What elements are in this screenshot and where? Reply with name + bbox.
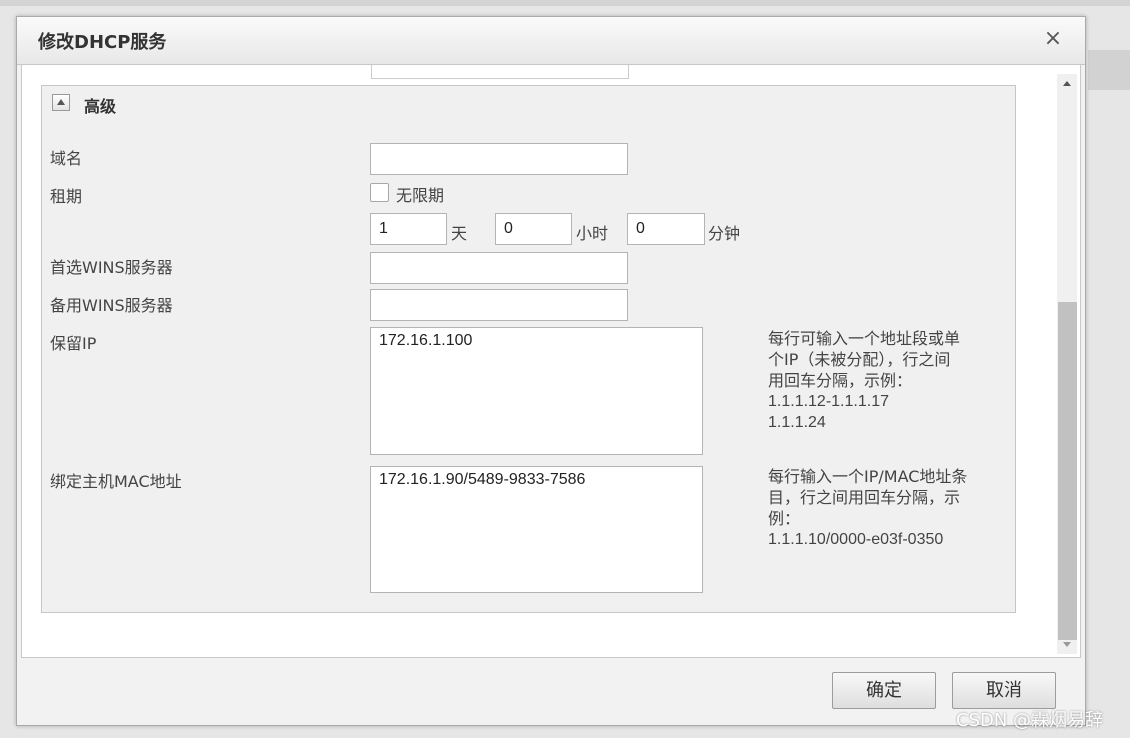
previous-field-input[interactable]: [371, 65, 629, 79]
advanced-section: 高级 域名 租期 无限期 天 小时 分钟 首选WINS服务器 备用WINS服务器…: [41, 85, 1016, 613]
reserved-ip-label: 保留IP: [50, 334, 97, 353]
lease-hours-input[interactable]: [495, 213, 572, 245]
bind-mac-textarea[interactable]: 172.16.1.90/5489-9833-7586: [370, 466, 703, 593]
scroll-down-arrow-icon[interactable]: [1057, 636, 1077, 654]
unlimited-label: 无限期: [396, 186, 445, 205]
dialog-content: 高级 域名 租期 无限期 天 小时 分钟 首选WINS服务器 备用WINS服务器…: [21, 64, 1081, 658]
bind-mac-hint-line: 目，行之间用回车分隔，示: [768, 488, 961, 507]
reserved-ip-hint-line: 1.1.1.24: [768, 414, 826, 431]
scrollbar-thumb[interactable]: [1058, 302, 1077, 640]
background-right-strip: [1088, 50, 1130, 90]
backup-wins-input[interactable]: [370, 289, 628, 321]
collapse-up-icon[interactable]: [52, 94, 70, 111]
ok-button[interactable]: 确定: [832, 672, 936, 709]
bind-mac-hint-line: 1.1.1.10/0000-e03f-0350: [768, 531, 944, 548]
bind-mac-hint: 每行输入一个IP/MAC地址条 目，行之间用回车分隔，示 例： 1.1.1.10…: [768, 466, 1000, 550]
primary-wins-input[interactable]: [370, 252, 628, 284]
lease-minutes-input[interactable]: [627, 213, 705, 245]
unlimited-checkbox[interactable]: [370, 183, 389, 202]
reserved-ip-hint: 每行可输入一个地址段或单 个IP（未被分配），行之间 用回车分隔，示例： 1.1…: [768, 328, 1000, 433]
advanced-section-title: 高级: [84, 97, 117, 116]
vertical-scrollbar[interactable]: [1057, 74, 1077, 654]
bind-mac-label: 绑定主机MAC地址: [50, 472, 182, 491]
reserved-ip-hint-line: 个IP（未被分配），行之间: [768, 350, 951, 369]
cancel-button[interactable]: 取消: [952, 672, 1056, 709]
primary-wins-label: 首选WINS服务器: [50, 258, 173, 277]
reserved-ip-textarea[interactable]: 172.16.1.100: [370, 327, 703, 455]
reserved-ip-hint-line: 每行可输入一个地址段或单: [768, 329, 961, 348]
backup-wins-label: 备用WINS服务器: [50, 296, 173, 315]
hours-unit-label: 小时: [576, 224, 609, 243]
close-icon[interactable]: ×: [1041, 27, 1065, 51]
bind-mac-hint-line: 每行输入一个IP/MAC地址条: [768, 467, 968, 486]
csdn-watermark: CSDN @霖烟易辞: [956, 710, 1104, 731]
minutes-unit-label: 分钟: [708, 224, 741, 243]
reserved-ip-hint-line: 1.1.1.12-1.1.1.17: [768, 393, 889, 410]
days-unit-label: 天: [451, 224, 468, 243]
lease-label: 租期: [50, 187, 83, 206]
bind-mac-hint-line: 例：: [768, 509, 801, 528]
dialog-titlebar: 修改DHCP服务 ×: [17, 17, 1085, 65]
domain-input[interactable]: [370, 143, 628, 175]
reserved-ip-hint-line: 用回车分隔，示例：: [768, 371, 913, 390]
scroll-up-arrow-icon[interactable]: [1057, 74, 1077, 92]
background-top-strip: [0, 0, 1130, 6]
dialog-title: 修改DHCP服务: [38, 32, 167, 53]
domain-label: 域名: [50, 149, 83, 168]
lease-days-input[interactable]: [370, 213, 447, 245]
dhcp-edit-dialog: 修改DHCP服务 × 高级 域名 租期 无限期 天 小时 分钟 首选WINS服务…: [16, 16, 1086, 726]
